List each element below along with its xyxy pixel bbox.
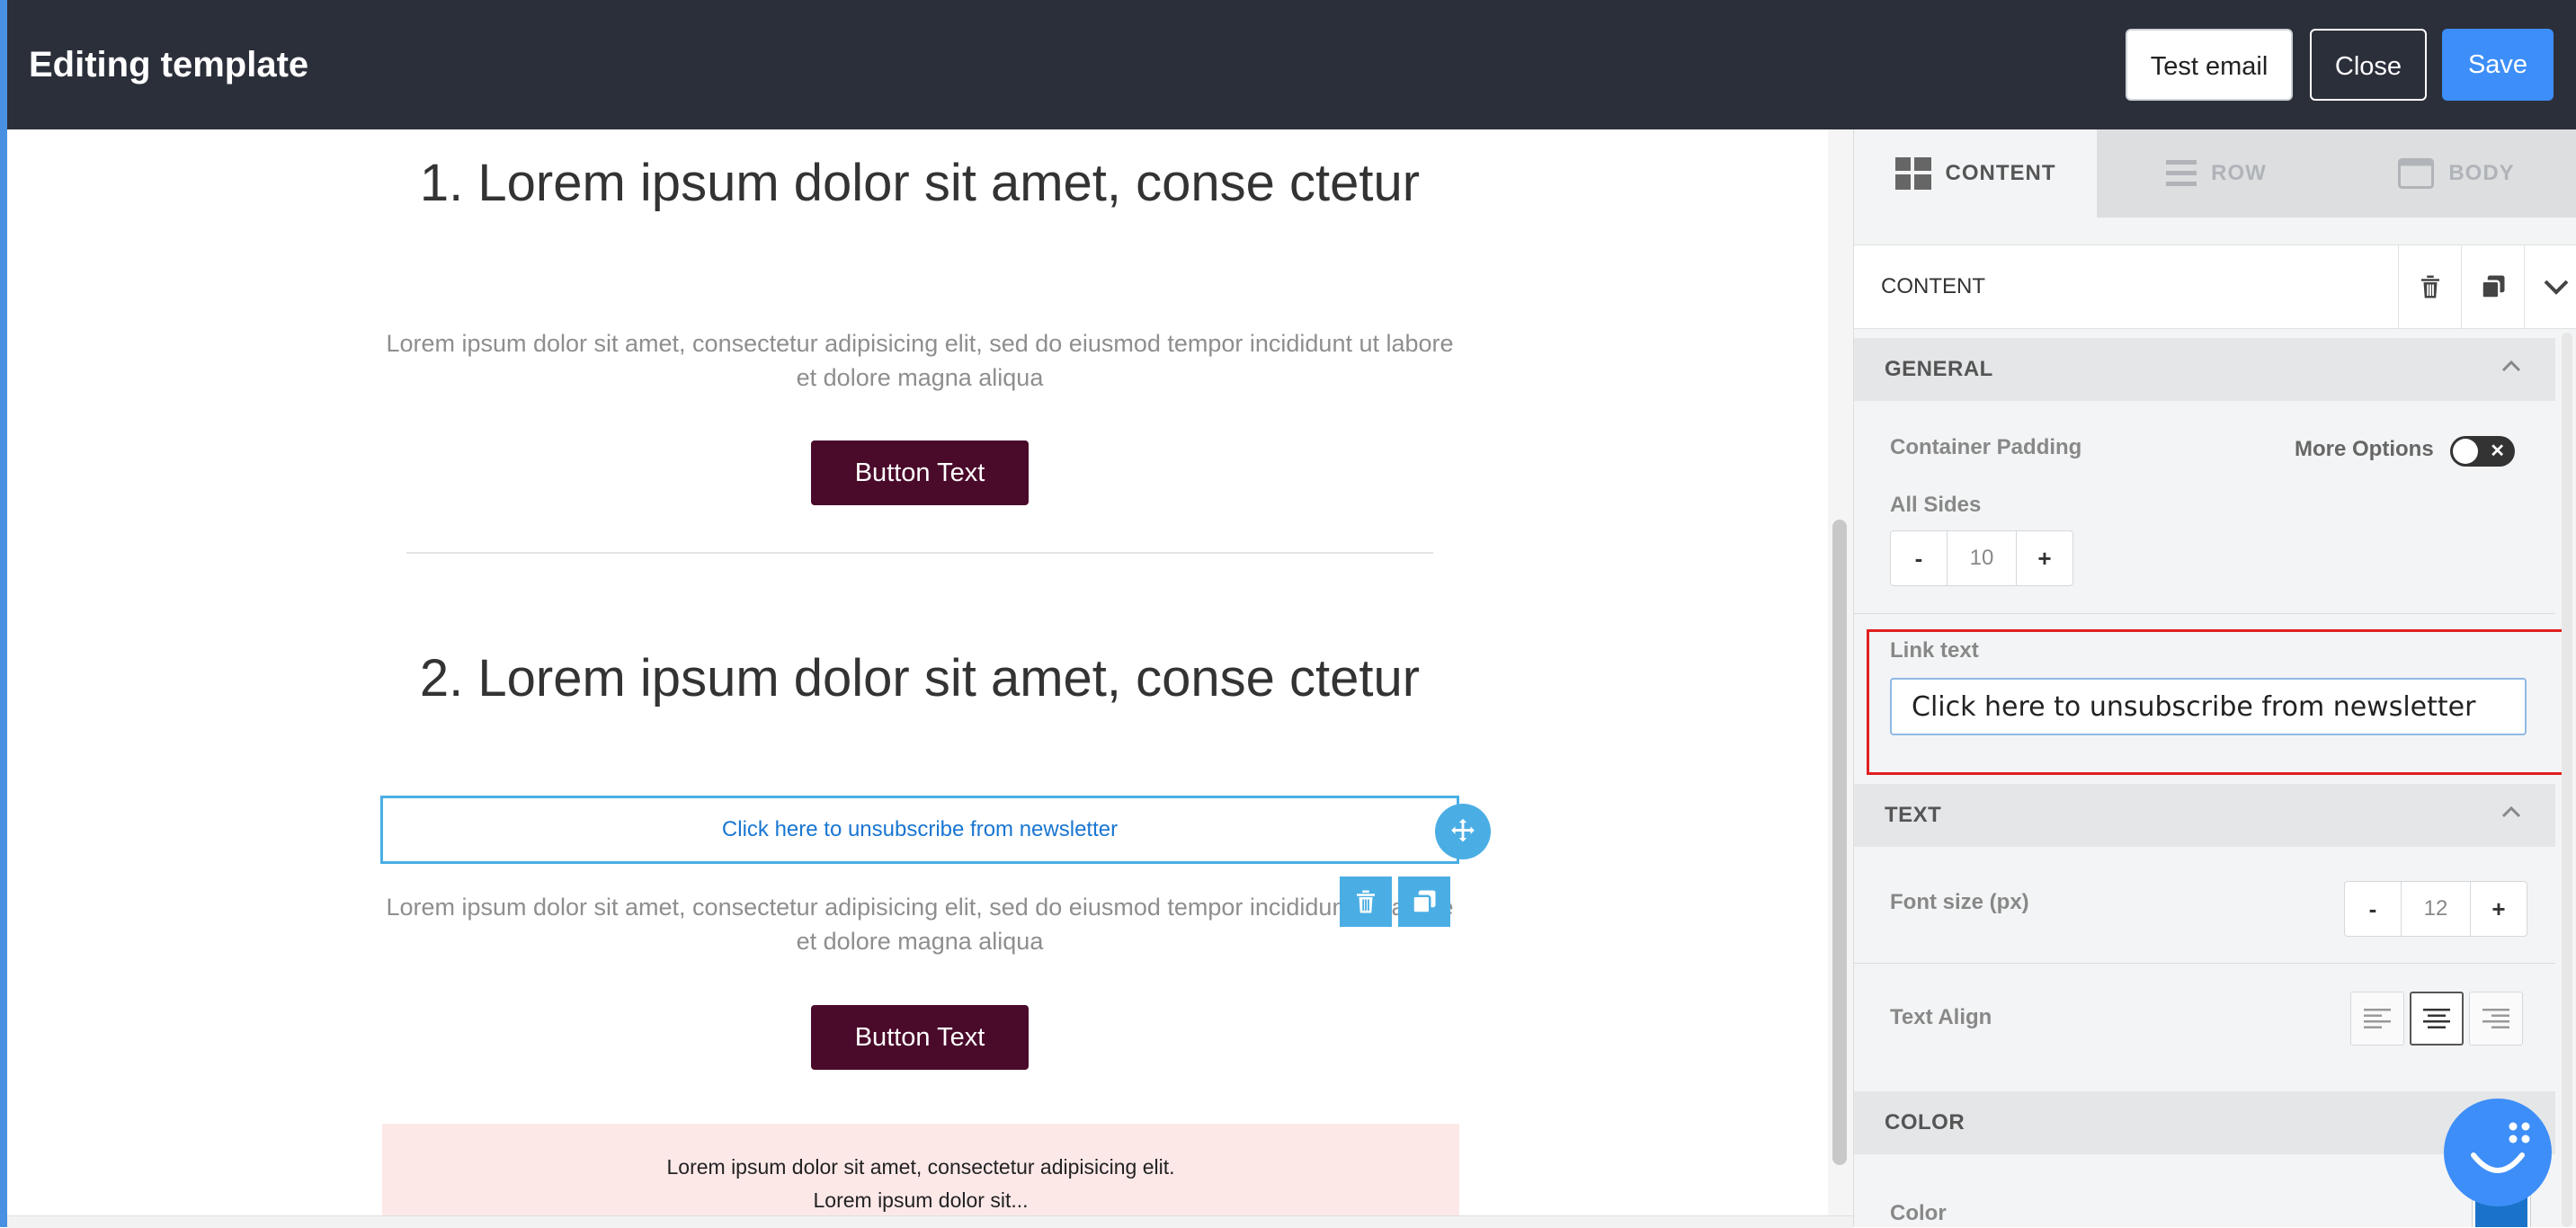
color-section-title: COLOR bbox=[1885, 1110, 1965, 1135]
chevron-up-icon bbox=[2501, 360, 2521, 372]
general-separator bbox=[1854, 613, 2555, 614]
tab-row[interactable]: ROW bbox=[2097, 129, 2336, 218]
align-center-button[interactable] bbox=[2410, 992, 2464, 1046]
toggle-knob bbox=[2453, 439, 2478, 464]
text-section-header[interactable]: TEXT bbox=[1854, 784, 2555, 847]
text-align-group bbox=[2350, 992, 2523, 1046]
section1-paragraph[interactable]: Lorem ipsum dolor sit amet, consectetur … bbox=[385, 326, 1455, 395]
unsubscribe-link[interactable]: Click here to unsubscribe from newslette… bbox=[383, 798, 1457, 861]
chat-icon bbox=[2471, 1122, 2530, 1173]
more-options-toggle[interactable]: ✕ bbox=[2450, 436, 2515, 467]
padding-increment-button[interactable]: + bbox=[2017, 531, 2072, 585]
close-icon: ✕ bbox=[2490, 441, 2505, 461]
canvas-scrollbar-thumb[interactable] bbox=[1832, 520, 1847, 1165]
section2-heading[interactable]: 2. Lorem ipsum dolor sit amet, conse cte… bbox=[385, 652, 1455, 706]
link-text-label: Link text bbox=[1890, 638, 1979, 663]
section2-cta-button[interactable]: Button Text bbox=[811, 1005, 1029, 1070]
align-right-icon bbox=[2482, 1009, 2509, 1028]
align-left-icon bbox=[2364, 1009, 2391, 1028]
padding-value[interactable]: 10 bbox=[1947, 531, 2017, 585]
tab-body-label: BODY bbox=[2448, 161, 2515, 185]
properties-panel: CONTENT ROW BODY CONTENT GENERAL Contain… bbox=[1853, 129, 2576, 1227]
section1-cta-button[interactable]: Button Text bbox=[811, 440, 1029, 505]
align-center-icon bbox=[2423, 1009, 2450, 1028]
canvas-bottom-edge bbox=[7, 1215, 1853, 1228]
more-options-label: More Options bbox=[2295, 437, 2434, 461]
duplicate-block-icon[interactable] bbox=[1398, 877, 1450, 927]
font-size-stepper[interactable]: - 12 + bbox=[2344, 881, 2527, 937]
text-align-label: Text Align bbox=[1890, 1005, 1992, 1029]
container-padding-label: Container Padding bbox=[1890, 435, 2082, 459]
font-size-label: Font size (px) bbox=[1890, 890, 2029, 914]
font-size-decrement-button[interactable]: - bbox=[2345, 882, 2401, 936]
section2-paragraph[interactable]: Lorem ipsum dolor sit amet, consectetur … bbox=[385, 890, 1455, 958]
top-bar: Editing template Test email Close Save bbox=[0, 0, 2576, 129]
tab-row-label: ROW bbox=[2211, 161, 2267, 185]
body-icon bbox=[2398, 158, 2435, 189]
general-section-title: GENERAL bbox=[1885, 357, 1993, 381]
page-title: Editing template bbox=[29, 45, 309, 85]
content-header-label: CONTENT bbox=[1881, 274, 1985, 298]
font-size-value[interactable]: 12 bbox=[2401, 882, 2471, 936]
left-accent-bar bbox=[0, 129, 7, 1227]
move-handle-icon[interactable] bbox=[1435, 804, 1491, 859]
close-button[interactable]: Close bbox=[2310, 29, 2427, 101]
color-label: Color bbox=[1890, 1201, 1947, 1225]
text-section-title: TEXT bbox=[1885, 803, 1942, 827]
align-right-button[interactable] bbox=[2469, 992, 2523, 1046]
align-left-button[interactable] bbox=[2350, 992, 2404, 1046]
test-email-button[interactable]: Test email bbox=[2126, 29, 2293, 101]
rows-icon bbox=[2166, 160, 2197, 186]
copy-icon[interactable] bbox=[2461, 245, 2525, 328]
all-sides-label: All Sides bbox=[1890, 493, 1982, 517]
tab-content-label: CONTENT bbox=[1945, 161, 2056, 185]
tab-content[interactable]: CONTENT bbox=[1854, 129, 2097, 218]
tab-body[interactable]: BODY bbox=[2336, 129, 2576, 218]
link-text-input[interactable] bbox=[1890, 678, 2527, 735]
delete-block-icon[interactable] bbox=[1340, 877, 1392, 927]
content-header: CONTENT bbox=[1854, 245, 2576, 329]
section1-heading[interactable]: 1. Lorem ipsum dolor sit amet, conse cte… bbox=[385, 156, 1455, 210]
general-section-header[interactable]: GENERAL bbox=[1854, 338, 2555, 401]
trash-icon[interactable] bbox=[2398, 245, 2462, 328]
padding-decrement-button[interactable]: - bbox=[1891, 531, 1947, 585]
save-button[interactable]: Save bbox=[2442, 29, 2554, 101]
section-divider bbox=[406, 552, 1433, 554]
chat-support-button[interactable] bbox=[2444, 1099, 2552, 1206]
panel-tabs: CONTENT ROW BODY bbox=[1854, 129, 2576, 218]
chevron-down-icon[interactable] bbox=[2524, 245, 2576, 328]
selected-link-block[interactable]: Click here to unsubscribe from newslette… bbox=[380, 796, 1459, 864]
footer-block[interactable]: Lorem ipsum dolor sit amet, consectetur … bbox=[382, 1124, 1459, 1215]
grid-icon bbox=[1894, 157, 1931, 190]
chevron-up-icon bbox=[2501, 805, 2521, 818]
footer-line-1: Lorem ipsum dolor sit amet, consectetur … bbox=[666, 1155, 1175, 1179]
panel-scrollbar[interactable] bbox=[2562, 333, 2572, 1227]
padding-stepper[interactable]: - 10 + bbox=[1890, 530, 2073, 586]
footer-line-2: Lorem ipsum dolor sit... bbox=[813, 1188, 1029, 1212]
email-canvas[interactable]: 1. Lorem ipsum dolor sit amet, conse cte… bbox=[7, 129, 1827, 1215]
font-size-increment-button[interactable]: + bbox=[2471, 882, 2527, 936]
font-size-separator bbox=[1854, 963, 2555, 964]
